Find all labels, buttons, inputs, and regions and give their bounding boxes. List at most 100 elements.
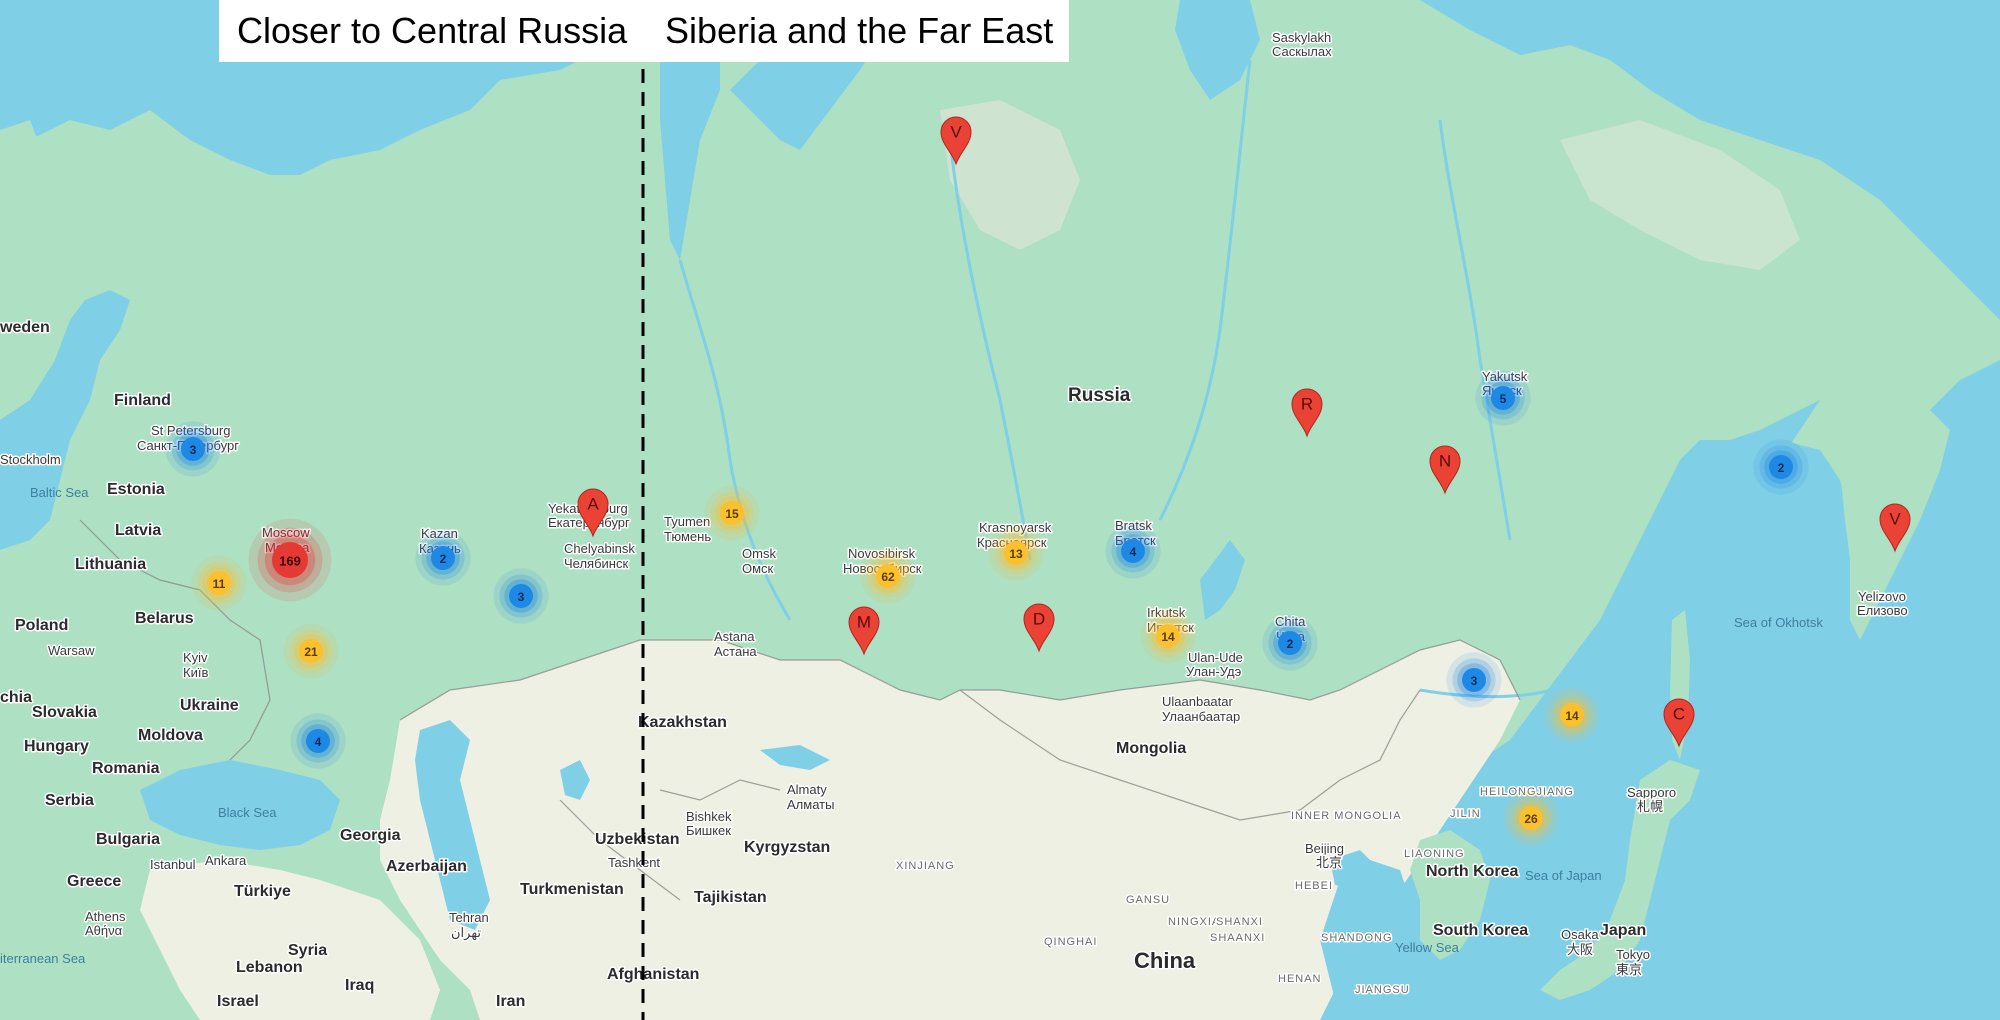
country-label-estonia: Estonia xyxy=(107,481,165,498)
header-central-russia-label: Closer to Central Russia xyxy=(237,10,628,51)
city-label: 北京 xyxy=(1316,855,1342,870)
country-label-azerbaijan: Azerbaijan xyxy=(386,858,467,875)
pin-letter: V xyxy=(1889,510,1901,529)
country-label-greece: Greece xyxy=(67,873,121,890)
city-label: Αθήνα xyxy=(85,923,123,938)
cluster-marker[interactable]: 5 xyxy=(1475,370,1531,426)
country-label-kyrgyzstan: Kyrgyzstan xyxy=(744,839,830,856)
city-label: Tashkent xyxy=(608,855,660,870)
cluster-marker[interactable]: 3 xyxy=(1446,652,1502,708)
pin-letter: C xyxy=(1673,705,1685,724)
cluster-marker[interactable]: 3 xyxy=(165,421,221,477)
header-siberia-far-east: Siberia and the Far East xyxy=(643,0,1069,62)
cluster-marker[interactable]: 2 xyxy=(415,530,471,586)
city-label: Osaka xyxy=(1561,927,1599,942)
city-label: Бишкек xyxy=(686,823,731,838)
country-label-czechia: chia xyxy=(0,689,32,706)
pin-letter: N xyxy=(1439,452,1451,471)
cluster-count: 3 xyxy=(190,443,197,457)
city-label: Саскылах xyxy=(1272,44,1332,59)
country-label-south-korea: South Korea xyxy=(1433,922,1528,939)
region-label: SHANXI xyxy=(1216,916,1263,928)
city-label: Warsaw xyxy=(48,643,95,658)
cluster-count: 11 xyxy=(213,577,226,591)
cluster-count: 2 xyxy=(1778,461,1785,475)
cluster-count: 21 xyxy=(304,645,318,659)
pin-letter: R xyxy=(1301,395,1313,414)
region-label: HEBEI xyxy=(1295,880,1333,892)
country-label-bulgaria: Bulgaria xyxy=(96,831,160,848)
cluster-count: 3 xyxy=(518,590,525,604)
city-label: Tehran xyxy=(449,910,489,925)
cluster-marker[interactable]: 169 xyxy=(248,518,332,602)
country-label-turkiye: Türkiye xyxy=(234,883,291,900)
region-label: INNER MONGOLIA xyxy=(1291,810,1402,822)
city-label: Tyumen xyxy=(664,514,710,529)
country-label-hungary: Hungary xyxy=(24,738,89,755)
cluster-marker[interactable]: 62 xyxy=(860,548,916,604)
cluster-marker[interactable]: 15 xyxy=(704,485,760,541)
cluster-marker[interactable]: 21 xyxy=(283,623,339,679)
region-label: GANSU xyxy=(1126,894,1170,906)
map-canvas[interactable]: Baltic Sea Black Sea Sea of Okhotsk Sea … xyxy=(0,0,2000,1020)
sea-label-japan: Sea of Japan xyxy=(1525,868,1602,883)
city-label: Улан-Удэ xyxy=(1186,664,1242,679)
pin-letter: A xyxy=(587,495,599,514)
sea-label-mediterranean: iterranean Sea xyxy=(0,951,86,966)
country-label-serbia: Serbia xyxy=(45,792,94,809)
cluster-marker[interactable]: 13 xyxy=(988,525,1044,581)
region-label: SHAANXI xyxy=(1210,932,1265,944)
city-label: Athens xyxy=(85,909,126,924)
header-central-russia: Closer to Central Russia xyxy=(219,0,643,62)
city-label: Омск xyxy=(742,561,774,576)
city-label: Almaty xyxy=(787,782,827,797)
country-label-iraq: Iraq xyxy=(345,977,374,994)
country-label-uzbekistan: Uzbekistan xyxy=(595,831,679,848)
city-label: Тюмень xyxy=(664,529,711,544)
country-label-russia: Russia xyxy=(1068,385,1131,406)
cluster-marker[interactable]: 14 xyxy=(1544,687,1600,743)
cluster-count: 4 xyxy=(1130,545,1137,559)
country-label-mongolia: Mongolia xyxy=(1116,740,1186,757)
city-label: Astana xyxy=(714,629,755,644)
country-label-north-korea: North Korea xyxy=(1426,863,1519,880)
region-label: NINGXIA xyxy=(1168,916,1220,928)
cluster-marker[interactable]: 11 xyxy=(191,555,247,611)
country-label-georgia: Georgia xyxy=(340,827,401,844)
cluster-count: 26 xyxy=(1524,812,1538,826)
city-label: Улаанбаатар xyxy=(1162,709,1240,724)
city-label: Tokyo xyxy=(1616,947,1650,962)
region-label: XINJIANG xyxy=(896,860,955,872)
country-label-turkmenistan: Turkmenistan xyxy=(520,881,624,898)
country-label-romania: Romania xyxy=(92,760,160,777)
cluster-count: 169 xyxy=(279,554,301,569)
country-label-israel: Israel xyxy=(217,993,259,1010)
cluster-marker[interactable]: 4 xyxy=(290,713,346,769)
cluster-count: 62 xyxy=(881,570,895,584)
pin-letter: M xyxy=(857,613,871,632)
cluster-marker[interactable]: 2 xyxy=(1753,439,1809,495)
city-label: 東京 xyxy=(1616,962,1642,977)
cluster-count: 15 xyxy=(725,507,739,521)
country-label-belarus: Belarus xyxy=(135,610,194,627)
cluster-count: 14 xyxy=(1565,709,1579,723)
city-label: 札幌 xyxy=(1637,799,1663,814)
region-label: QINGHAI xyxy=(1044,936,1097,948)
city-label: Sapporo xyxy=(1627,785,1676,800)
cluster-marker[interactable]: 2 xyxy=(1262,615,1318,671)
country-label-ukraine: Ukraine xyxy=(180,697,239,714)
city-label: Omsk xyxy=(742,546,776,561)
country-label-afghanistan: Afghanistan xyxy=(607,966,699,983)
cluster-marker[interactable]: 26 xyxy=(1503,790,1559,846)
cluster-marker[interactable]: 4 xyxy=(1105,523,1161,579)
cluster-marker[interactable]: 3 xyxy=(493,568,549,624)
country-label-lebanon: Lebanon xyxy=(236,959,303,976)
city-label: Beijing xyxy=(1305,841,1344,856)
sea-label-yellow: Yellow Sea xyxy=(1395,940,1460,955)
country-label-sweden: weden xyxy=(0,319,50,336)
region-label: HENAN xyxy=(1278,973,1322,985)
region-label: LIAONING xyxy=(1404,848,1465,860)
cluster-marker[interactable]: 14 xyxy=(1140,608,1196,664)
city-label: Stockholm xyxy=(0,452,61,467)
country-label-japan: Japan xyxy=(1600,922,1646,939)
